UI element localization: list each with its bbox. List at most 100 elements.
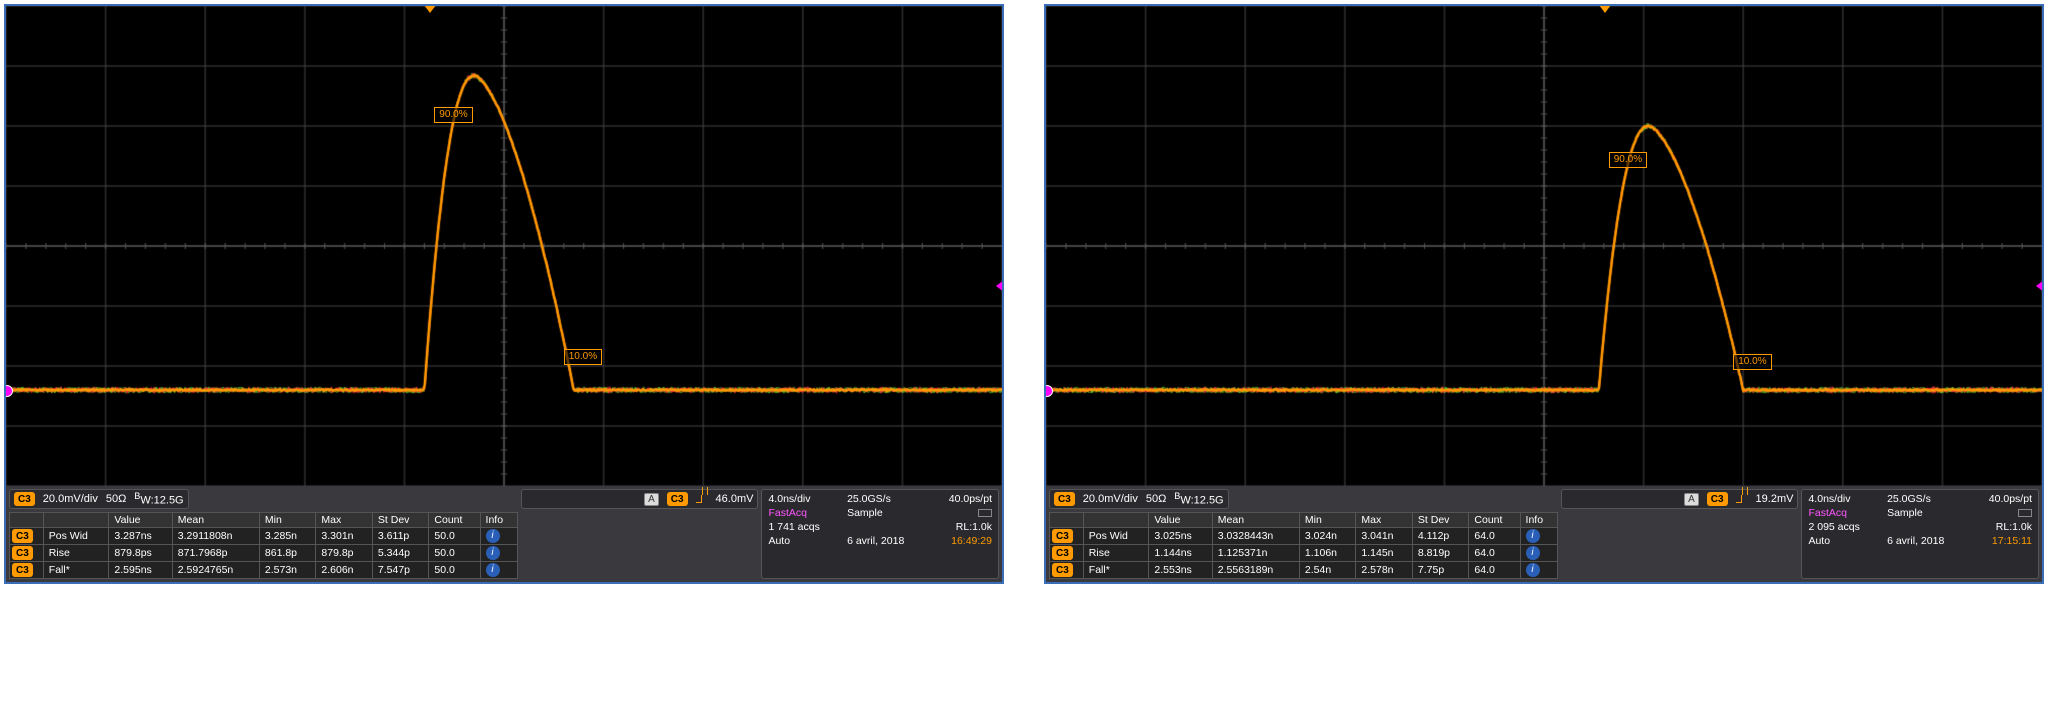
time-readout: 17:15:11	[1992, 535, 2032, 547]
meas-stdev: 4.112p	[1412, 528, 1469, 545]
meas-col-header: St Dev	[372, 513, 429, 528]
meas-min: 1.106n	[1299, 545, 1356, 562]
meas-max: 1.145n	[1356, 545, 1413, 562]
meas-info[interactable]: i	[1520, 562, 1557, 579]
channel-settings[interactable]: C320.0mV/div50ΩBW:12.5G	[9, 489, 189, 509]
trig-status: Auto	[768, 535, 837, 547]
meas-col-header: Max	[316, 513, 373, 528]
impedance-readout: 50Ω	[106, 493, 126, 505]
channel-tag: C3	[1052, 546, 1073, 560]
meas-mean: 3.2911808n	[172, 528, 259, 545]
battery-icon	[2014, 507, 2032, 519]
meas-info[interactable]: i	[480, 528, 517, 545]
meas-min: 2.54n	[1299, 562, 1356, 579]
record-length: RL:1.0k	[1996, 521, 2032, 533]
meas-stdev: 5.344p	[372, 545, 429, 562]
meas-max: 879.8p	[316, 545, 373, 562]
waveform-display[interactable]: 90.0%10.0%	[1046, 6, 2042, 486]
info-icon[interactable]: i	[486, 529, 500, 543]
meas-min: 2.573n	[259, 562, 316, 579]
acq-mode: FastAcq	[1808, 507, 1877, 519]
meas-max: 2.578n	[1356, 562, 1413, 579]
meas-col-header: Min	[1299, 513, 1356, 528]
channel-tag: C3	[1707, 492, 1728, 506]
channel-tag: C3	[1054, 492, 1075, 506]
samplerate-readout: 25.0GS/s	[1887, 493, 1961, 505]
trigger-settings[interactable]: AC346.0mV	[521, 489, 759, 509]
channel-tag: C3	[1052, 563, 1073, 577]
channel-settings[interactable]: C320.0mV/div50ΩBW:12.5G	[1049, 489, 1229, 509]
date-readout: 6 avril, 2018	[1887, 535, 1961, 547]
meas-stdev: 7.547p	[372, 562, 429, 579]
meas-stdev: 8.819p	[1412, 545, 1469, 562]
info-icon[interactable]: i	[1526, 529, 1540, 543]
meas-stdev: 7.75p	[1412, 562, 1469, 579]
meas-value: 879.8ps	[109, 545, 172, 562]
info-icon[interactable]: i	[486, 546, 500, 560]
waveform-canvas	[1046, 6, 2042, 486]
readout-bar: C320.0mV/div50ΩBW:12.5G ValueMeanMinMaxSt…	[6, 486, 1002, 582]
meas-name: Pos Wid	[43, 528, 109, 545]
meas-info[interactable]: i	[480, 562, 517, 579]
meas-count: 50.0	[429, 545, 480, 562]
table-row: C3Pos Wid3.025ns3.0328443n3.024n3.041n4.…	[1050, 528, 1558, 545]
meas-col-header: Mean	[172, 513, 259, 528]
meas-col-header: Min	[259, 513, 316, 528]
meas-count: 64.0	[1469, 528, 1520, 545]
trigger-level-marker[interactable]	[2036, 280, 2042, 292]
meas-value: 3.287ns	[109, 528, 172, 545]
meas-name: Fall*	[1083, 562, 1149, 579]
meas-mean: 871.7968p	[172, 545, 259, 562]
meas-value: 2.553ns	[1149, 562, 1212, 579]
info-icon[interactable]: i	[1526, 563, 1540, 577]
info-icon[interactable]: i	[486, 563, 500, 577]
table-row: C3 Rise1.144ns1.125371n1.106n1.145n8.819p…	[1050, 545, 1558, 562]
meas-max: 2.606n	[316, 562, 373, 579]
resolution-readout: 40.0ps/pt	[949, 493, 992, 505]
acq-count: 1 741 acqs	[768, 521, 837, 533]
status-panel: 4.0ns/div25.0GS/s40.0ps/ptFastAcqSample2…	[1801, 489, 2039, 579]
meas-info[interactable]: i	[1520, 545, 1557, 562]
meas-col-header	[1083, 513, 1149, 528]
bandwidth-readout: BW:12.5G	[1174, 491, 1223, 507]
record-length: RL:1.0k	[956, 521, 992, 533]
meas-name: Rise	[43, 545, 109, 562]
meas-value: 1.144ns	[1149, 545, 1212, 562]
trigger-level: 46.0mV	[716, 493, 754, 505]
cursor-high-label: 90.0%	[1609, 152, 1647, 168]
impedance-readout: 50Ω	[1146, 493, 1166, 505]
meas-count: 64.0	[1469, 545, 1520, 562]
meas-value: 2.595ns	[109, 562, 172, 579]
info-icon[interactable]: i	[1526, 546, 1540, 560]
acq-type: Sample	[847, 507, 921, 519]
meas-min: 3.285n	[259, 528, 316, 545]
time-readout: 16:49:29	[951, 535, 992, 547]
acq-count: 2 095 acqs	[1808, 521, 1877, 533]
trigger-level: 19.2mV	[1756, 493, 1794, 505]
trigger-level-marker[interactable]	[996, 280, 1002, 292]
trigger-settings[interactable]: AC319.2mV	[1561, 489, 1799, 509]
meas-col-header: Value	[109, 513, 172, 528]
meas-col-header: Value	[1149, 513, 1212, 528]
trig-status: Auto	[1808, 535, 1877, 547]
meas-mean: 1.125371n	[1212, 545, 1299, 562]
meas-col-header: Max	[1356, 513, 1413, 528]
meas-count: 50.0	[429, 562, 480, 579]
meas-value: 3.025ns	[1149, 528, 1212, 545]
meas-count: 50.0	[429, 528, 480, 545]
waveform-display[interactable]: 90.0%10.0%	[6, 6, 1002, 486]
channel-tag: C3	[12, 563, 33, 577]
oscilloscope-right: 90.0%10.0%C320.0mV/div50ΩBW:12.5GValueMe…	[1044, 4, 2044, 584]
meas-name: Rise	[1083, 545, 1149, 562]
oscilloscope-left: 90.0%10.0% C320.0mV/div50ΩBW:12.5G ValueMe…	[4, 4, 1004, 584]
meas-col-header	[1050, 513, 1084, 528]
meas-min: 861.8p	[259, 545, 316, 562]
date-readout: 6 avril, 2018	[847, 535, 921, 547]
table-row: C3Fall*2.553ns2.5563189n2.54n2.578n7.75p…	[1050, 562, 1558, 579]
meas-info[interactable]: i	[1520, 528, 1557, 545]
meas-info[interactable]: i	[480, 545, 517, 562]
status-panel: 4.0ns/div25.0GS/s40.0ps/ptFastAcqSample1…	[761, 489, 999, 579]
channel-tag: C3	[12, 546, 33, 560]
meas-name: Pos Wid	[1083, 528, 1149, 545]
meas-col-header	[10, 513, 44, 528]
